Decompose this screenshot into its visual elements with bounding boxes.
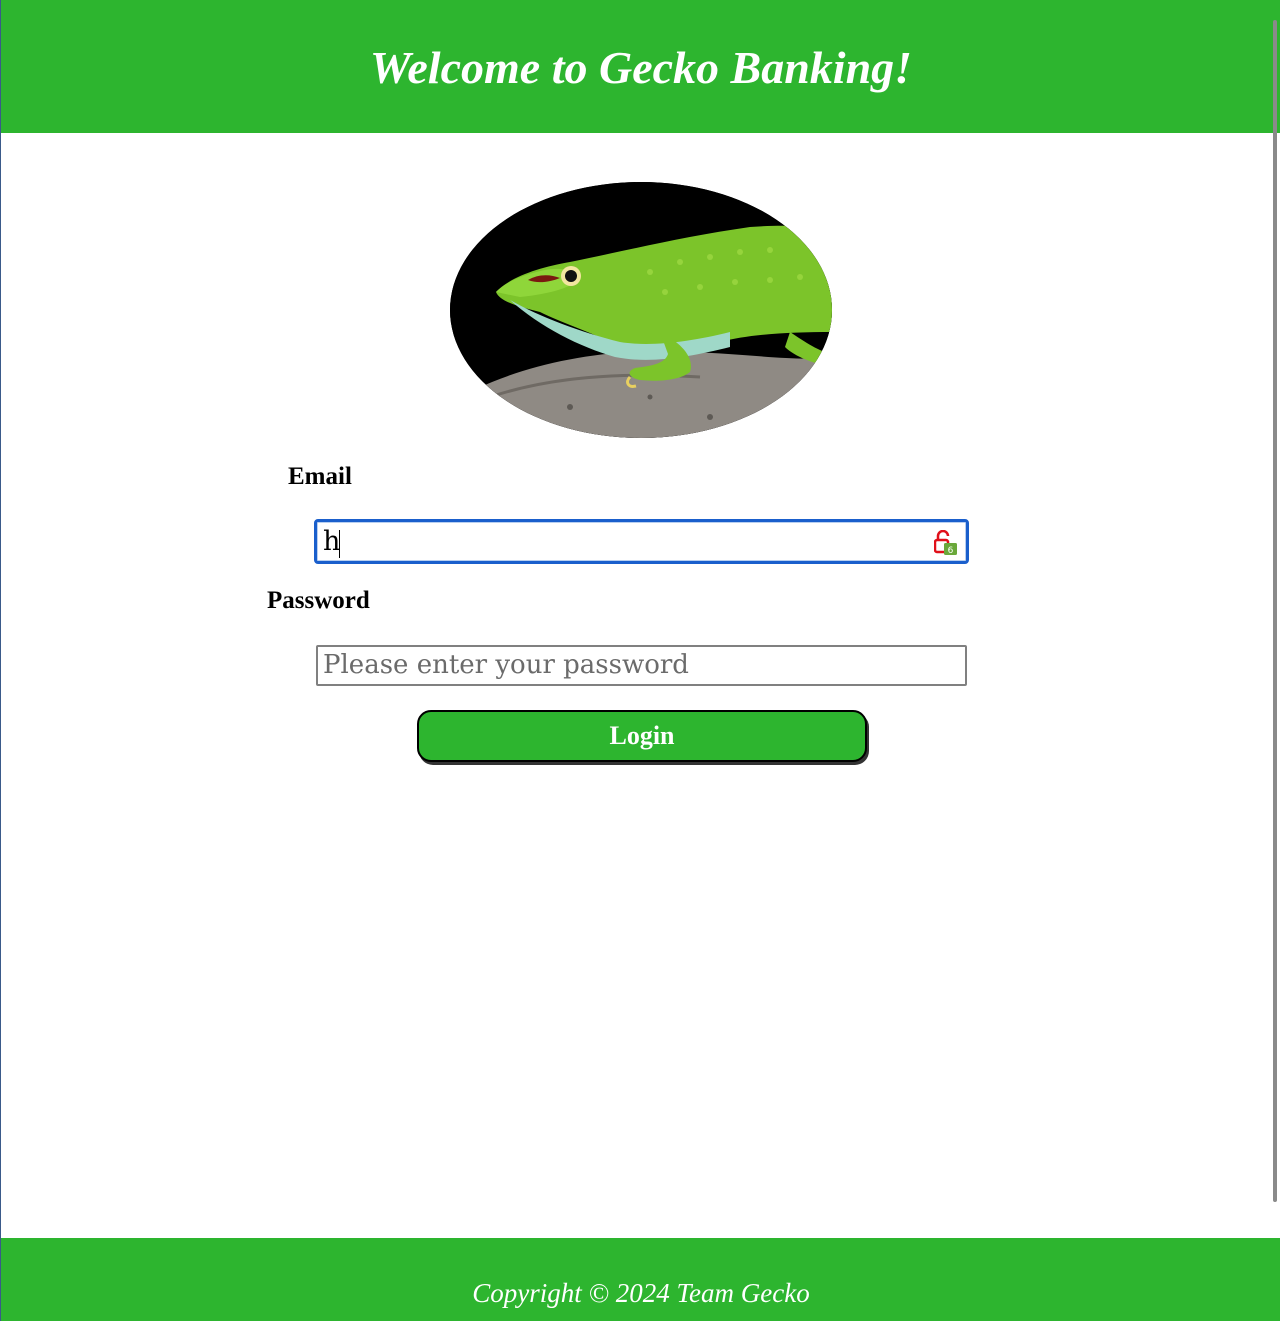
email-field[interactable]: h 6 — [314, 519, 969, 564]
password-manager-lock-icon[interactable]: 6 — [933, 529, 958, 556]
email-field-value: h — [323, 526, 341, 557]
site-header: Welcome to Gecko Banking! — [1, 0, 1280, 133]
login-button[interactable]: Login — [417, 710, 867, 762]
gecko-illustration — [450, 182, 832, 438]
page: Welcome to Gecko Banking! Email h 6 Pass… — [0, 0, 1280, 1321]
vertical-scrollbar[interactable] — [1273, 20, 1277, 1202]
password-label: Password — [267, 587, 370, 614]
svg-text:6: 6 — [948, 546, 954, 556]
gecko-logo-image — [450, 182, 832, 438]
text-caret — [339, 530, 340, 558]
email-label: Email — [288, 463, 352, 490]
password-placeholder: Please enter your password — [323, 650, 689, 680]
copyright-text: Copyright © 2024 Team Gecko — [472, 1278, 810, 1308]
site-footer: Copyright © 2024 Team Gecko — [1, 1238, 1280, 1321]
password-field[interactable]: Please enter your password — [316, 645, 967, 686]
page-title: Welcome to Gecko Banking! — [369, 42, 913, 93]
